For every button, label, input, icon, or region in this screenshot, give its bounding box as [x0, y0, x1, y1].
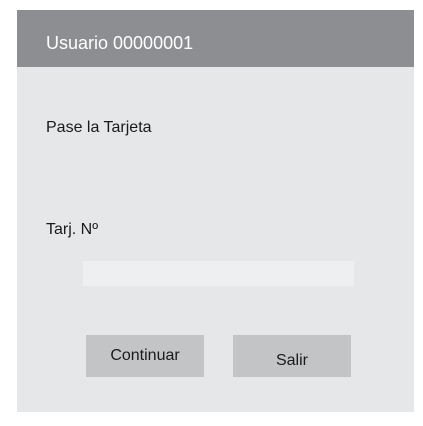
card-number-label: Tarj. Nº	[46, 221, 99, 238]
swipe-card-prompt: Pase la Tarjeta	[46, 119, 152, 136]
title-bar: Usuario 00000001	[17, 10, 414, 67]
user-title: Usuario 00000001	[46, 33, 194, 53]
exit-button[interactable]: Salir	[233, 335, 351, 377]
continue-button[interactable]: Continuar	[86, 335, 204, 377]
card-login-dialog: Usuario 00000001 Pase la Tarjeta Tarj. N…	[17, 10, 414, 412]
card-number-input[interactable]	[83, 261, 354, 286]
